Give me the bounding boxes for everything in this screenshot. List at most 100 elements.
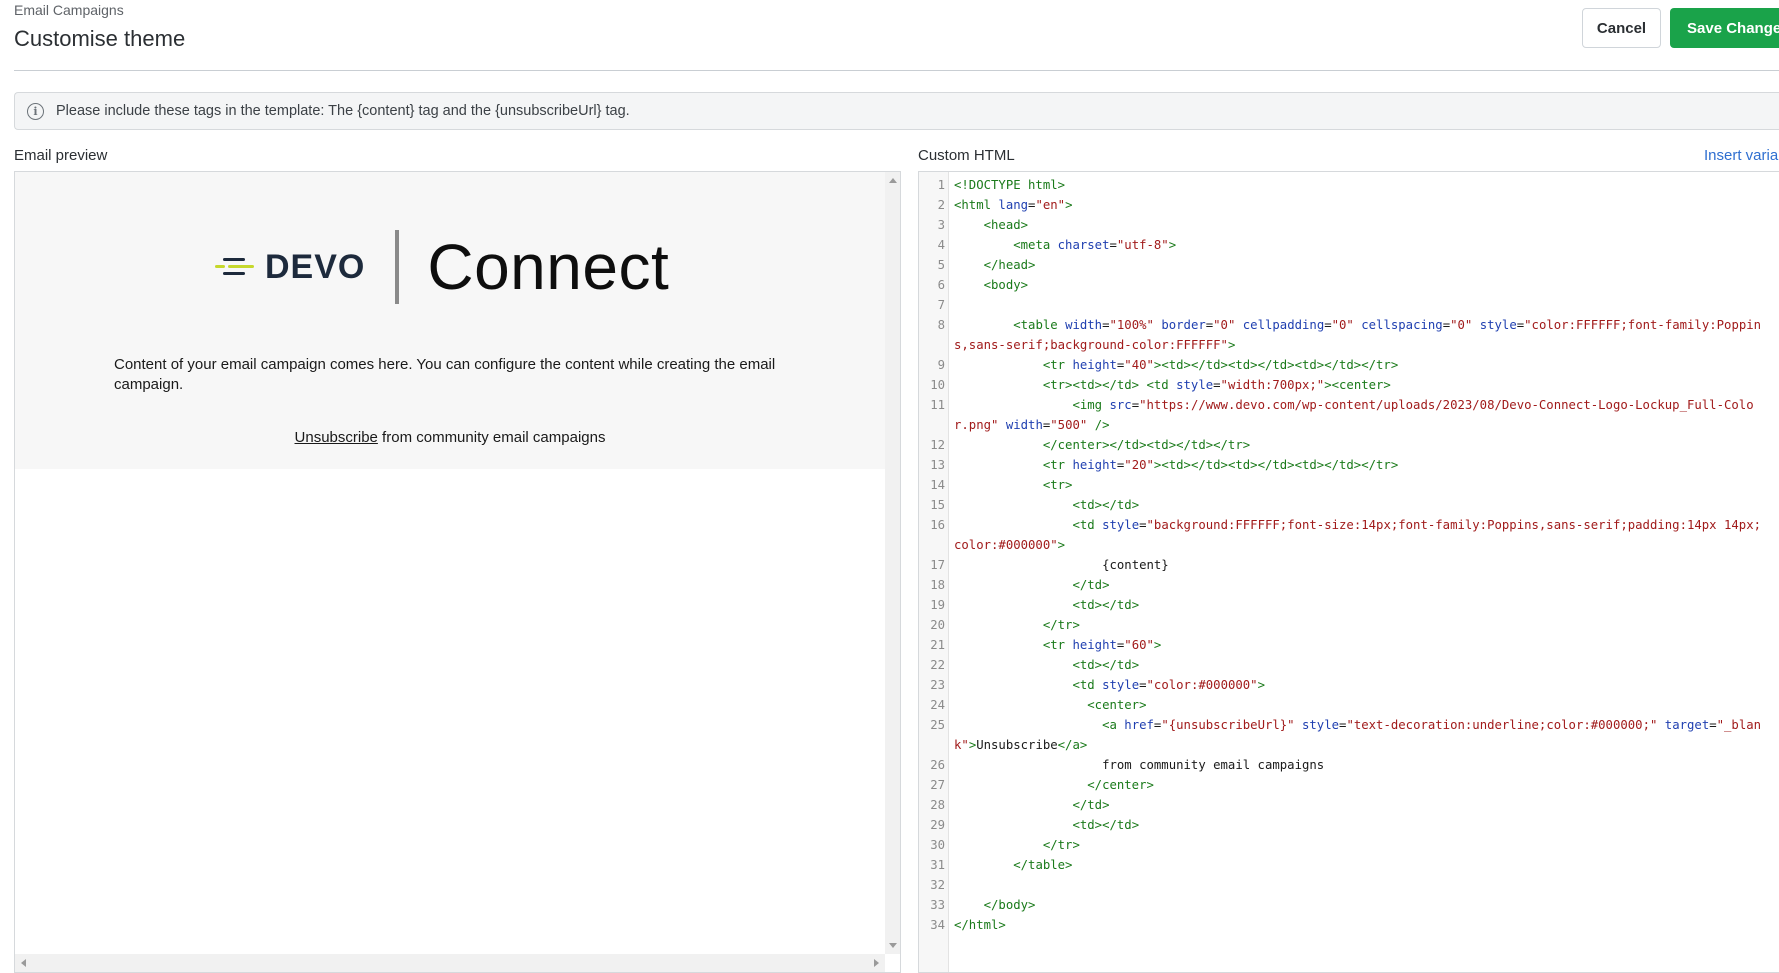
code-line[interactable]: 24 <center>: [919, 695, 1779, 715]
code-line[interactable]: 11 <img src="https://www.devo.com/wp-con…: [919, 395, 1779, 435]
code-text[interactable]: </table>: [947, 855, 1762, 875]
scroll-left-icon[interactable]: [21, 959, 26, 967]
code-text[interactable]: </body>: [947, 895, 1762, 915]
code-line[interactable]: 12 </center></td><td></td></tr>: [919, 435, 1779, 455]
code-text[interactable]: <td></td>: [947, 495, 1762, 515]
preview-vertical-scrollbar[interactable]: [885, 172, 900, 954]
code-text[interactable]: <!DOCTYPE html>: [947, 175, 1762, 195]
code-text[interactable]: <head>: [947, 215, 1762, 235]
code-text[interactable]: </html>: [947, 915, 1762, 935]
code-line[interactable]: 5 </head>: [919, 255, 1779, 275]
code-text[interactable]: </tr>: [947, 835, 1762, 855]
code-text[interactable]: <body>: [947, 275, 1762, 295]
code-token: <tr: [1042, 638, 1073, 652]
code-text[interactable]: <tr height="40"><td></td><td></td><td></…: [947, 355, 1762, 375]
code-text[interactable]: <td></td>: [947, 595, 1762, 615]
code-line[interactable]: 3 <head>: [919, 215, 1779, 235]
code-line[interactable]: 21 <tr height="60">: [919, 635, 1779, 655]
email-preview-frame[interactable]: DEVO Connect Content of your email campa…: [14, 171, 901, 973]
code-token: "{unsubscribeUrl}": [1161, 718, 1295, 732]
code-text[interactable]: [947, 875, 1762, 895]
code-line[interactable]: 7: [919, 295, 1779, 315]
custom-html-editor[interactable]: 1 <!DOCTYPE html> 2 <html lang="en"> 3 <head…: [918, 171, 1779, 973]
code-line[interactable]: 15 <td></td>: [919, 495, 1779, 515]
code-token: style: [1479, 318, 1517, 332]
code-line[interactable]: 25 <a href="{unsubscribeUrl}" style="tex…: [919, 715, 1779, 755]
code-token: height: [1072, 358, 1117, 372]
line-number: 27: [930, 778, 945, 792]
breadcrumb[interactable]: Email Campaigns: [14, 2, 124, 18]
email-content-placeholder: Content of your email campaign comes her…: [114, 356, 776, 393]
code-line[interactable]: 28 </td>: [919, 795, 1779, 815]
email-preview-label: Email preview: [14, 147, 108, 164]
code-line[interactable]: 17 {content}: [919, 555, 1779, 575]
code-text[interactable]: <tr>: [947, 475, 1762, 495]
code-line[interactable]: 33 </body>: [919, 895, 1779, 915]
code-text[interactable]: </center></td><td></td></tr>: [947, 435, 1762, 455]
code-line[interactable]: 10 <tr><td></td> <td style="width:700px;…: [919, 375, 1779, 395]
code-line[interactable]: 4 <meta charset="utf-8">: [919, 235, 1779, 255]
save-changes-button[interactable]: Save Changes: [1670, 8, 1779, 48]
cancel-button[interactable]: Cancel: [1582, 8, 1661, 48]
preview-horizontal-scrollbar[interactable]: [15, 954, 885, 972]
code-token: style: [1102, 678, 1140, 692]
code-text[interactable]: <a href="{unsubscribeUrl}" style="text-d…: [947, 715, 1762, 755]
code-line[interactable]: 9 <tr height="40"><td></td><td></td><td>…: [919, 355, 1779, 375]
code-line[interactable]: 14 <tr>: [919, 475, 1779, 495]
line-number: 16: [930, 518, 945, 532]
line-number: 6: [937, 278, 945, 292]
insert-variable-link[interactable]: Insert variable: [1704, 147, 1779, 164]
code-text[interactable]: <td style="background:FFFFFF;font-size:1…: [947, 515, 1762, 555]
code-line[interactable]: 29 <td></td>: [919, 815, 1779, 835]
code-line[interactable]: 32: [919, 875, 1779, 895]
scroll-right-icon[interactable]: [874, 959, 879, 967]
line-number: 13: [930, 458, 945, 472]
code-text[interactable]: <td></td>: [947, 655, 1762, 675]
code-text[interactable]: from community email campaigns: [947, 755, 1762, 775]
code-text[interactable]: <td style="color:#000000">: [947, 675, 1762, 695]
code-text[interactable]: <center>: [947, 695, 1762, 715]
code-text[interactable]: {content}: [947, 555, 1762, 575]
unsubscribe-link[interactable]: Unsubscribe: [295, 429, 378, 446]
line-number: 20: [930, 618, 945, 632]
code-text[interactable]: <img src="https://www.devo.com/wp-conten…: [947, 395, 1762, 435]
code-line[interactable]: 22 <td></td>: [919, 655, 1779, 675]
code-text[interactable]: [947, 295, 1762, 315]
code-line[interactable]: 27 </center>: [919, 775, 1779, 795]
code-lines[interactable]: 1 <!DOCTYPE html> 2 <html lang="en"> 3 <head…: [919, 175, 1779, 935]
code-token: </center></td><td></td></tr>: [1042, 438, 1251, 452]
code-text[interactable]: <table width="100%" border="0" cellpaddi…: [947, 315, 1762, 355]
scroll-down-icon[interactable]: [889, 943, 897, 948]
code-line[interactable]: 18 </td>: [919, 575, 1779, 595]
code-line[interactable]: 19 <td></td>: [919, 595, 1779, 615]
code-line[interactable]: 1 <!DOCTYPE html>: [919, 175, 1779, 195]
code-line[interactable]: 13 <tr height="20"><td></td><td></td><td…: [919, 455, 1779, 475]
code-text[interactable]: </td>: [947, 795, 1762, 815]
code-line[interactable]: 6 <body>: [919, 275, 1779, 295]
code-text[interactable]: <tr height="60">: [947, 635, 1762, 655]
code-line[interactable]: 2 <html lang="en">: [919, 195, 1779, 215]
code-line[interactable]: 20 </tr>: [919, 615, 1779, 635]
code-text[interactable]: </td>: [947, 575, 1762, 595]
code-text[interactable]: <tr height="20"><td></td><td></td><td></…: [947, 455, 1762, 475]
code-text[interactable]: <html lang="en">: [947, 195, 1762, 215]
code-text[interactable]: </tr>: [947, 615, 1762, 635]
code-line[interactable]: 16 <td style="background:FFFFFF;font-siz…: [919, 515, 1779, 555]
scroll-up-icon[interactable]: [889, 178, 897, 183]
code-line[interactable]: 8 <table width="100%" border="0" cellpad…: [919, 315, 1779, 355]
code-line[interactable]: 26 from community email campaigns: [919, 755, 1779, 775]
line-number: 22: [930, 658, 945, 672]
code-text[interactable]: <meta charset="utf-8">: [947, 235, 1762, 255]
code-text[interactable]: <tr><td></td> <td style="width:700px;"><…: [947, 375, 1762, 395]
code-text[interactable]: </head>: [947, 255, 1762, 275]
code-line[interactable]: 34 </html>: [919, 915, 1779, 935]
line-number: 1: [937, 178, 945, 192]
code-text[interactable]: <td></td>: [947, 815, 1762, 835]
code-line[interactable]: 23 <td style="color:#000000">: [919, 675, 1779, 695]
code-line[interactable]: 31 </table>: [919, 855, 1779, 875]
code-line[interactable]: 30 </tr>: [919, 835, 1779, 855]
code-text[interactable]: </center>: [947, 775, 1762, 795]
